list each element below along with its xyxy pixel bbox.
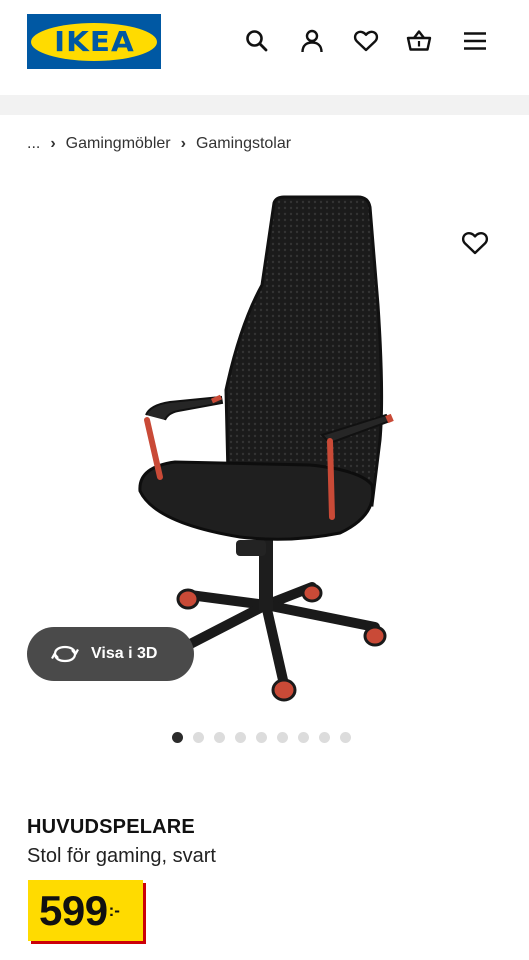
view-in-3d-button[interactable]: Visa i 3D xyxy=(27,627,194,681)
carousel-dot[interactable] xyxy=(256,732,267,743)
breadcrumb-ellipsis[interactable]: ... xyxy=(27,135,40,153)
product-name: HUVUDSPELARE xyxy=(27,816,195,838)
rotate-3d-icon xyxy=(51,645,79,663)
carousel-dot[interactable] xyxy=(172,732,183,743)
view-in-3d-label: Visa i 3D xyxy=(91,645,158,662)
search-icon[interactable] xyxy=(244,28,270,54)
basket-icon[interactable] xyxy=(406,28,432,54)
breadcrumb-item-gamingstolar[interactable]: Gamingstolar xyxy=(196,135,291,153)
carousel-dot[interactable] xyxy=(193,732,204,743)
carousel-dot[interactable] xyxy=(235,732,246,743)
price-tag: 599 :- xyxy=(28,880,143,941)
carousel-dot[interactable] xyxy=(298,732,309,743)
carousel-dot[interactable] xyxy=(214,732,225,743)
breadcrumb: ... › Gamingmöbler › Gamingstolar xyxy=(27,133,291,155)
chevron-right-icon: › xyxy=(50,135,56,152)
carousel-dot[interactable] xyxy=(340,732,351,743)
account-icon[interactable] xyxy=(299,28,325,54)
product-description: Stol för gaming, svart xyxy=(27,845,216,867)
price-suffix: :- xyxy=(108,901,120,920)
carousel-dot[interactable] xyxy=(319,732,330,743)
chevron-right-icon: › xyxy=(180,135,186,152)
price-integer: 599 xyxy=(39,887,108,934)
logo-text: IKEA xyxy=(53,25,135,58)
image-carousel-indicators xyxy=(172,732,351,743)
ikea-logo[interactable]: IKEA xyxy=(27,14,161,69)
header-divider-bar xyxy=(0,95,529,115)
breadcrumb-item-gamingmobler[interactable]: Gamingmöbler xyxy=(66,135,171,153)
carousel-dot[interactable] xyxy=(277,732,288,743)
menu-icon[interactable] xyxy=(462,28,488,54)
add-to-favourites-heart-icon[interactable] xyxy=(461,229,489,257)
header: IKEA xyxy=(0,0,529,95)
heart-icon[interactable] xyxy=(353,28,379,54)
logo-oval: IKEA xyxy=(31,22,157,61)
